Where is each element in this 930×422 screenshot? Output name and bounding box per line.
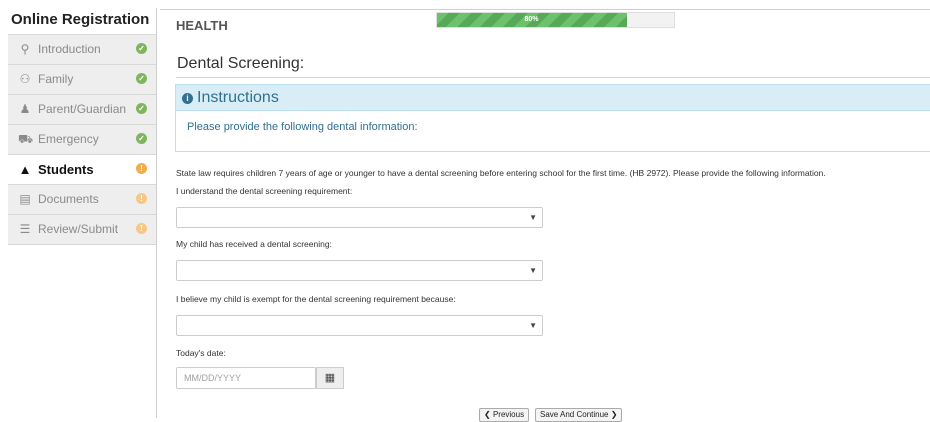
family-icon: ⚇ — [19, 72, 31, 86]
exempt-reason-select[interactable]: ▼ — [176, 315, 543, 336]
info-icon: i — [182, 93, 193, 104]
list-icon: ☰ — [19, 222, 31, 236]
instructions-panel: i Instructions Please provide the followi… — [175, 84, 930, 152]
progress-label: 80% — [524, 16, 539, 23]
alert-icon: ! — [136, 163, 147, 174]
check-icon: ✓ — [136, 43, 147, 54]
section-heading: HEALTH — [176, 18, 228, 33]
title-divider — [176, 77, 930, 78]
top-divider — [160, 9, 930, 10]
caret-down-icon: ▼ — [529, 321, 537, 330]
sidebar-item-review-submit[interactable]: ☰ Review/Submit ! — [8, 215, 156, 245]
sidebar-title: Online Registration — [8, 8, 156, 35]
alert-icon: ! — [136, 193, 147, 204]
sidebar-item-parent-guardian[interactable]: ♟ Parent/Guardian ✓ — [8, 95, 156, 125]
instructions-header: i Instructions — [176, 85, 930, 111]
date-input[interactable] — [176, 367, 316, 389]
check-icon: ✓ — [136, 73, 147, 84]
instructions-title: Instructions — [197, 89, 279, 106]
user-icon: ♟ — [19, 102, 31, 116]
sidebar-item-family[interactable]: ⚇ Family ✓ — [8, 65, 156, 95]
sidebar-item-label: Introduction — [38, 42, 101, 56]
lightbulb-icon: ⚲ — [20, 42, 30, 56]
q3-label: I believe my child is exempt for the den… — [176, 294, 456, 304]
graduation-cap-icon: ▲ — [18, 162, 32, 177]
save-continue-button[interactable]: Save And Continue ❯ — [535, 408, 623, 422]
sidebar-item-label: Students — [38, 162, 94, 177]
check-icon: ✓ — [136, 103, 147, 114]
caret-down-icon: ▼ — [529, 213, 537, 222]
sidebar-item-label: Parent/Guardian — [38, 102, 127, 116]
progress-bar: 80% — [436, 12, 675, 28]
page-title: Dental Screening: — [177, 55, 305, 72]
sidebar-item-students[interactable]: ▲ Students ! — [8, 155, 156, 185]
document-icon: ▤ — [19, 192, 31, 206]
calendar-button[interactable]: ▦ — [316, 367, 344, 389]
date-label: Today's date: — [176, 348, 226, 358]
q2-label: My child has received a dental screening… — [176, 239, 332, 249]
caret-down-icon: ▼ — [529, 266, 537, 275]
alert-icon: ! — [136, 223, 147, 234]
q1-label: I understand the dental screening requir… — [176, 186, 353, 196]
ambulance-icon: ⛟ — [18, 132, 34, 146]
sidebar-item-label: Family — [38, 72, 74, 86]
calendar-icon: ▦ — [324, 372, 336, 384]
instructions-text: Please provide the following dental info… — [187, 121, 418, 133]
dental-requirement-select[interactable]: ▼ — [176, 207, 543, 228]
statement-text: State law requires children 7 years of a… — [176, 168, 826, 178]
sidebar-item-label: Documents — [38, 192, 99, 206]
screening-received-select[interactable]: ▼ — [176, 260, 543, 281]
sidebar-item-label: Emergency — [38, 132, 99, 146]
sidebar-item-label: Review/Submit — [38, 222, 119, 236]
check-icon: ✓ — [136, 133, 147, 144]
previous-button[interactable]: ❮ Previous — [479, 408, 530, 422]
sidebar-item-emergency[interactable]: ⛟ Emergency ✓ — [8, 125, 156, 155]
sidebar-item-documents[interactable]: ▤ Documents ! — [8, 185, 156, 215]
sidebar-item-introduction[interactable]: ⚲ Introduction ✓ — [8, 35, 156, 65]
sidebar: Online Registration ⚲ Introduction ✓ ⚇ Fam… — [8, 8, 157, 418]
